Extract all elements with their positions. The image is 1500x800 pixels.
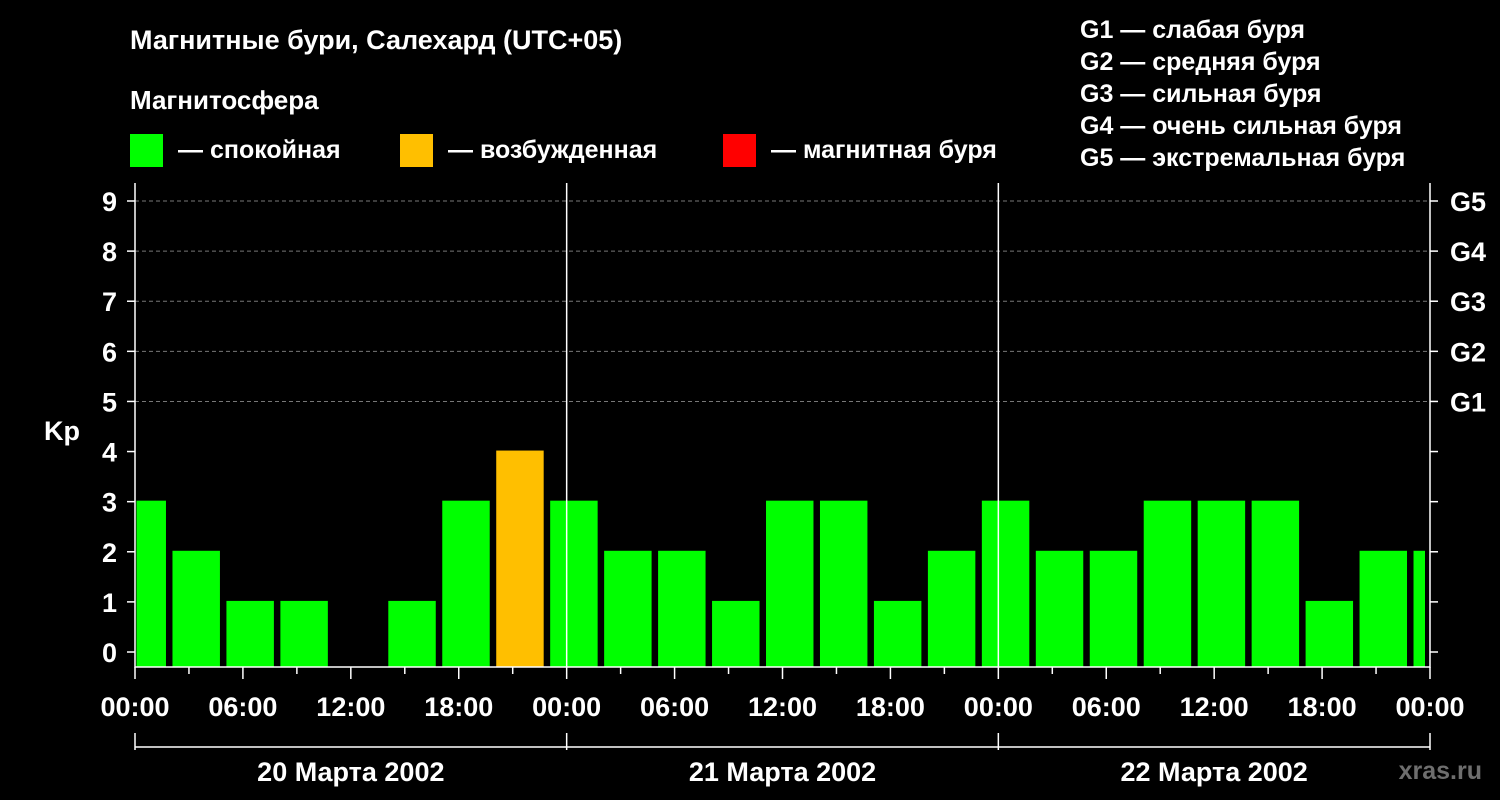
right-tick-label-g1: G1 — [1450, 387, 1486, 417]
watermark: xras.ru — [1399, 757, 1482, 785]
bar-1 — [172, 550, 220, 667]
y-tick-label-5: 5 — [102, 387, 117, 417]
bar-7 — [496, 450, 544, 667]
storm-scale-g3: G3 — сильная буря — [1080, 80, 1322, 108]
bar-12 — [766, 500, 814, 667]
bar-16 — [981, 500, 1030, 667]
bar-9 — [604, 550, 652, 667]
bar-11 — [712, 600, 760, 667]
x-tick-label-4: 00:00 — [532, 692, 601, 722]
right-tick-label-g5: G5 — [1450, 187, 1486, 217]
legend-label-excited: — возбужденная — [448, 136, 657, 164]
x-tick-label-8: 00:00 — [964, 692, 1033, 722]
bar-8 — [550, 500, 598, 667]
x-tick-label-5: 06:00 — [640, 692, 709, 722]
y-tick-label-2: 2 — [102, 538, 117, 568]
bars — [136, 450, 1425, 667]
x-tick-label-1: 06:00 — [208, 692, 277, 722]
y-tick-label-1: 1 — [102, 588, 117, 618]
bar-5 — [388, 600, 436, 667]
bar-22 — [1305, 600, 1354, 667]
y-tick-label-8: 8 — [102, 237, 117, 267]
y-tick-label-3: 3 — [102, 488, 117, 518]
x-tick-label-0: 00:00 — [100, 692, 169, 722]
chart-title: Магнитные бури, Салехард (UTC+05) — [130, 25, 622, 55]
bar-23 — [1359, 550, 1408, 667]
bar-14 — [873, 600, 922, 667]
bar-17 — [1035, 550, 1084, 667]
legend-swatch-quiet — [130, 134, 163, 167]
bar-21 — [1251, 500, 1300, 667]
x-tick-label-10: 12:00 — [1180, 692, 1249, 722]
y-tick-label-9: 9 — [102, 187, 117, 217]
bar-10 — [658, 550, 706, 667]
storm-scale-g1: G1 — слабая буря — [1080, 16, 1305, 44]
storm-scale-legend: G1 — слабая буря G2 — средняя буря G3 — си… — [1080, 16, 1405, 172]
right-tick-label-g3: G3 — [1450, 287, 1486, 317]
y-tick-label-7: 7 — [102, 287, 117, 317]
chart-subtitle: Магнитосфера — [130, 85, 319, 115]
legend-label-storm: — магнитная буря — [771, 136, 997, 164]
y-tick-label-0: 0 — [102, 638, 117, 668]
x-tick-label-2: 12:00 — [316, 692, 385, 722]
day-label-0: 20 Марта 2002 — [257, 757, 444, 787]
day-label-2: 22 Марта 2002 — [1121, 757, 1308, 787]
x-tick-label-12: 00:00 — [1395, 692, 1464, 722]
legend-swatch-storm — [723, 134, 756, 167]
x-tick-label-9: 06:00 — [1072, 692, 1141, 722]
bar-13 — [819, 500, 868, 667]
grid-lines — [135, 200, 1430, 402]
y-axis-label: Kp — [44, 416, 80, 446]
bar-19 — [1143, 500, 1192, 667]
bar-18 — [1089, 550, 1138, 667]
y-tick-label-6: 6 — [102, 337, 117, 367]
kp-chart: Магнитные бури, Салехард (UTC+05) Магнит… — [44, 16, 1486, 787]
x-tick-label-11: 18:00 — [1288, 692, 1357, 722]
legend-label-quiet: — спокойная — [178, 136, 341, 164]
storm-scale-g5: G5 — экстремальная буря — [1080, 144, 1405, 172]
bar-3 — [280, 600, 328, 667]
bar-0 — [136, 500, 166, 667]
bar-6 — [442, 500, 490, 667]
x-tick-label-6: 12:00 — [748, 692, 817, 722]
storm-scale-g2: G2 — средняя буря — [1080, 48, 1321, 76]
right-tick-label-g2: G2 — [1450, 337, 1486, 367]
axis-labels: 0 1 2 3 4 5 6 7 8 9 G1 G2 G3 G4 G5 00:00 06:00 12:00 18:00… — [100, 187, 1486, 787]
bar-24 — [1413, 550, 1425, 667]
storm-scale-g4: G4 — очень сильная буря — [1080, 112, 1402, 140]
bar-20 — [1197, 500, 1246, 667]
bar-2 — [226, 600, 274, 667]
day-label-1: 21 Марта 2002 — [689, 757, 876, 787]
right-tick-label-g4: G4 — [1450, 237, 1486, 267]
x-tick-label-3: 18:00 — [424, 692, 493, 722]
y-tick-label-4: 4 — [102, 438, 117, 468]
bar-15 — [927, 550, 976, 667]
x-tick-label-7: 18:00 — [856, 692, 925, 722]
legend-swatch-excited — [400, 134, 433, 167]
legend: — спокойная — возбужденная — магнитная бур… — [130, 134, 997, 167]
